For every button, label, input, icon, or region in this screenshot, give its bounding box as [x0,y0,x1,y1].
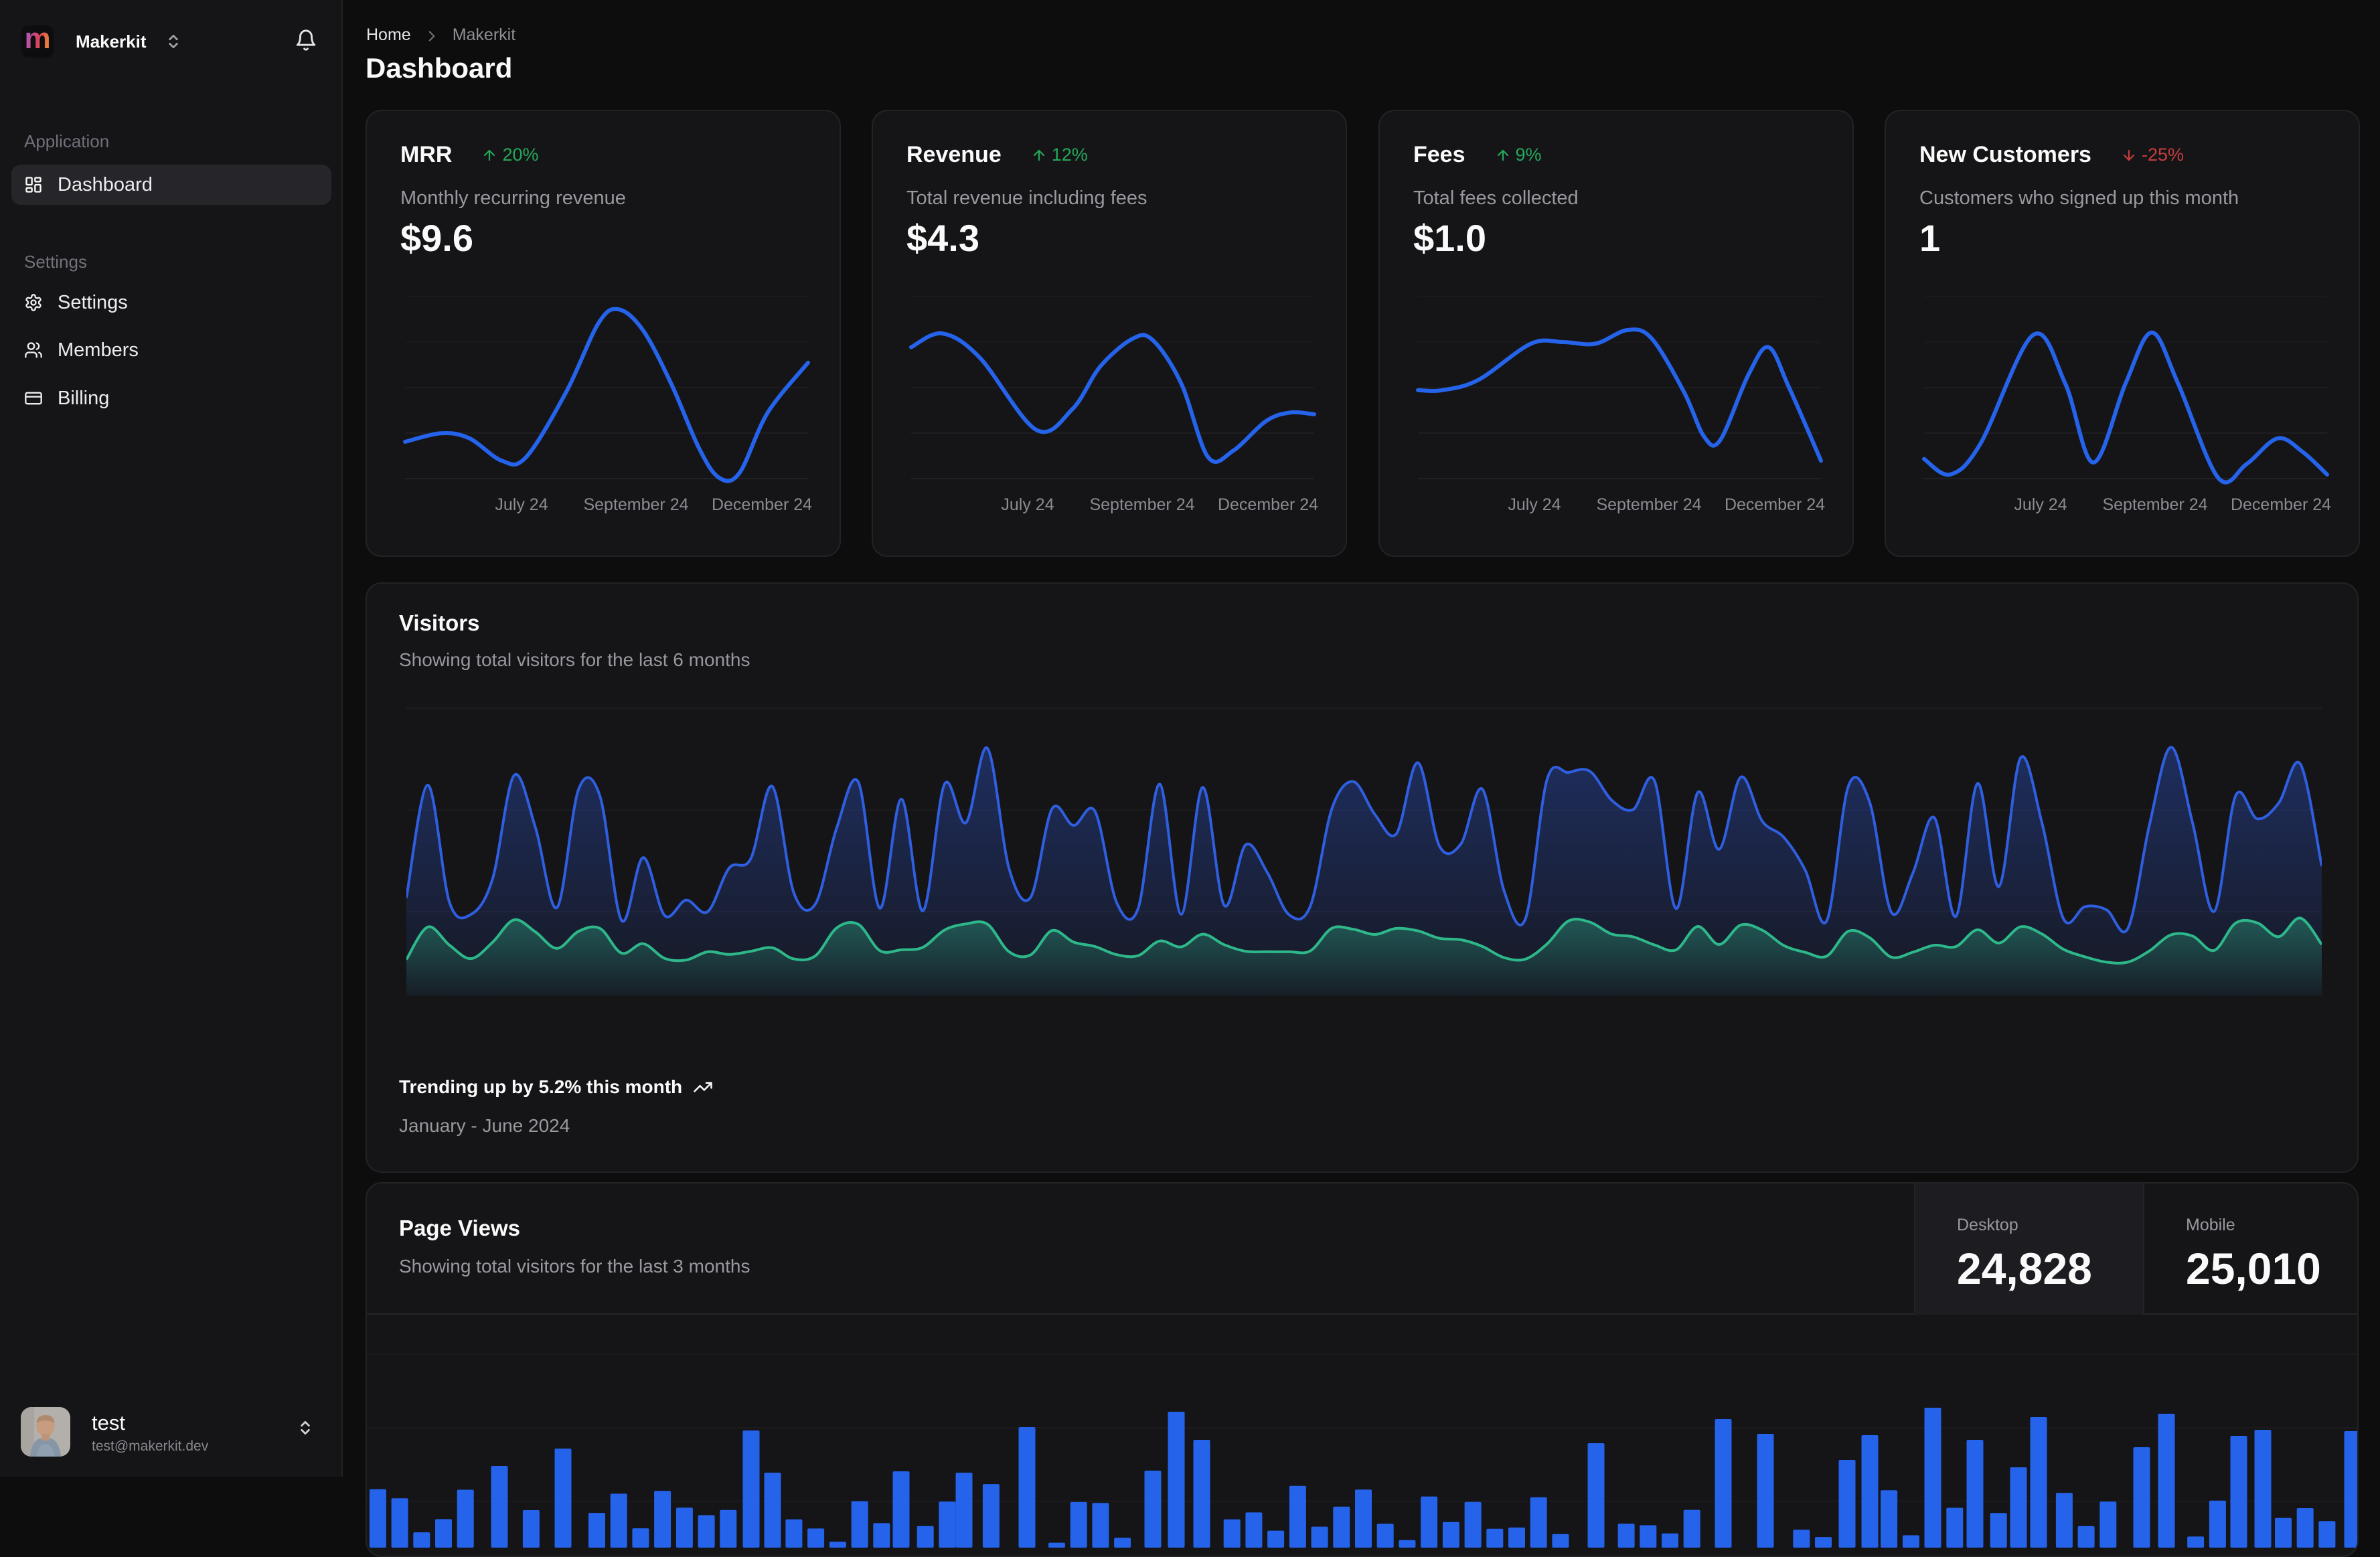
svg-text:September 24: September 24 [1089,495,1194,514]
svg-text:December 24: December 24 [712,495,812,514]
svg-text:July 24: July 24 [495,495,548,514]
svg-text:September 24: September 24 [1596,495,1701,514]
svg-text:September 24: September 24 [583,495,688,514]
svg-text:September 24: September 24 [2102,495,2207,514]
svg-text:July 24: July 24 [1001,495,1054,514]
svg-text:July 24: July 24 [2014,495,2067,514]
svg-text:December 24: December 24 [1218,495,1318,514]
svg-text:December 24: December 24 [1725,495,1825,514]
svg-text:December 24: December 24 [2231,495,2331,514]
svg-text:July 24: July 24 [1508,495,1561,514]
